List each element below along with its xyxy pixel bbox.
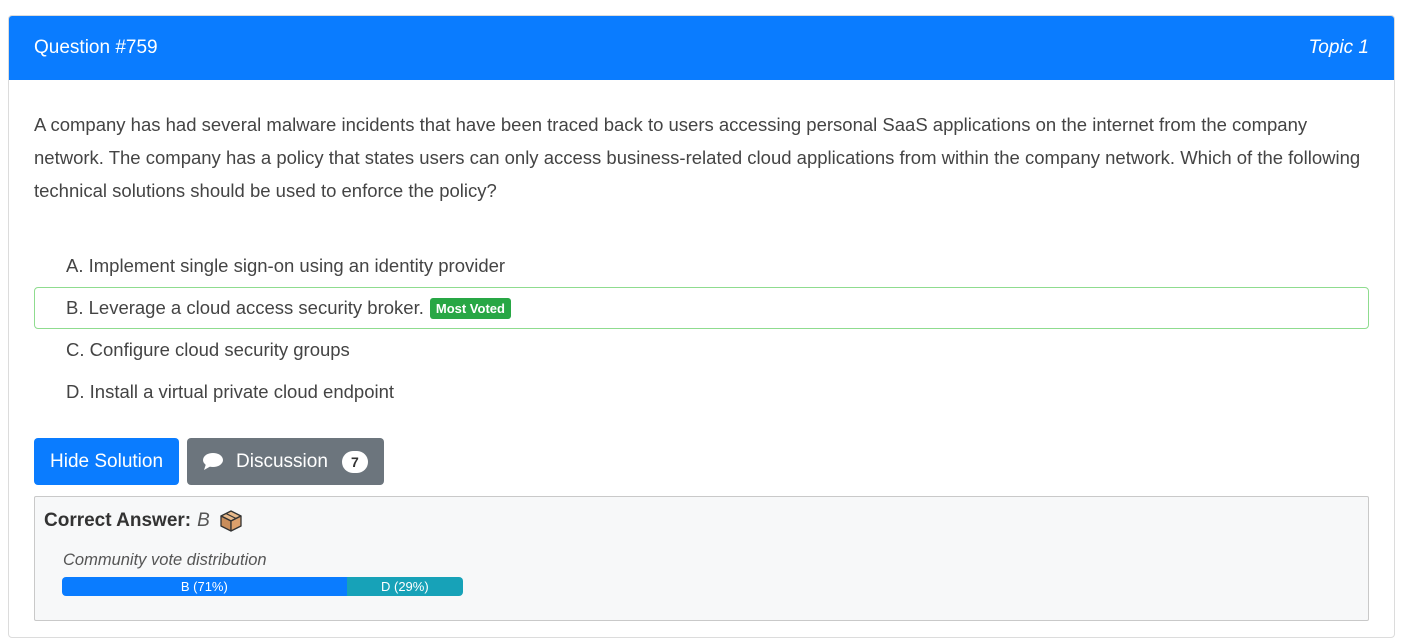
choice-text: A. Implement single sign-on using an ide… bbox=[66, 255, 506, 276]
discussion-button[interactable]: Discussion 7 bbox=[187, 438, 384, 485]
choice-text: D. Install a virtual private cloud endpo… bbox=[66, 381, 395, 402]
answer-panel: Correct Answer: B Community vote distrib… bbox=[34, 496, 1369, 621]
choice-b[interactable]: B. Leverage a cloud access security brok… bbox=[34, 287, 1369, 329]
discussion-count-badge: 7 bbox=[341, 450, 368, 473]
question-card: Question #759 Topic 1 A company has had … bbox=[8, 15, 1395, 638]
correct-answer-value: B bbox=[197, 510, 210, 531]
choice-d[interactable]: D. Install a virtual private cloud endpo… bbox=[34, 371, 1369, 413]
vote-distribution-bar: B (71%) D (29%) bbox=[62, 577, 463, 596]
box-icon[interactable] bbox=[219, 509, 243, 533]
discussion-label: Discussion bbox=[236, 450, 328, 472]
speech-bubble-icon bbox=[202, 452, 224, 471]
question-text: A company has had several malware incide… bbox=[34, 114, 1361, 201]
choice-a[interactable]: A. Implement single sign-on using an ide… bbox=[34, 245, 1369, 287]
vote-distribution-title: Community vote distribution bbox=[63, 551, 267, 569]
correct-answer-line: Correct Answer: B bbox=[44, 510, 1359, 532]
topic-label: Topic 1 bbox=[1308, 37, 1369, 58]
question-header: Question #759 Topic 1 bbox=[9, 16, 1394, 80]
question-number: Question #759 bbox=[34, 37, 158, 58]
most-voted-badge: Most Voted bbox=[429, 297, 511, 319]
question-body: A company has had several malware incide… bbox=[9, 80, 1394, 621]
choice-text: C. Configure cloud security groups bbox=[66, 339, 350, 360]
choice-text: B. Leverage a cloud access security brok… bbox=[66, 297, 424, 318]
vote-segment-d: D (29%) bbox=[346, 577, 463, 596]
vote-segment-b: B (71%) bbox=[62, 577, 347, 596]
choices-list: A. Implement single sign-on using an ide… bbox=[34, 245, 1369, 413]
correct-answer-label: Correct Answer: bbox=[44, 510, 192, 531]
choice-c[interactable]: C. Configure cloud security groups bbox=[34, 329, 1369, 371]
hide-solution-button[interactable]: Hide Solution bbox=[34, 438, 180, 485]
action-buttons: Hide Solution Discussion 7 bbox=[34, 438, 1369, 485]
